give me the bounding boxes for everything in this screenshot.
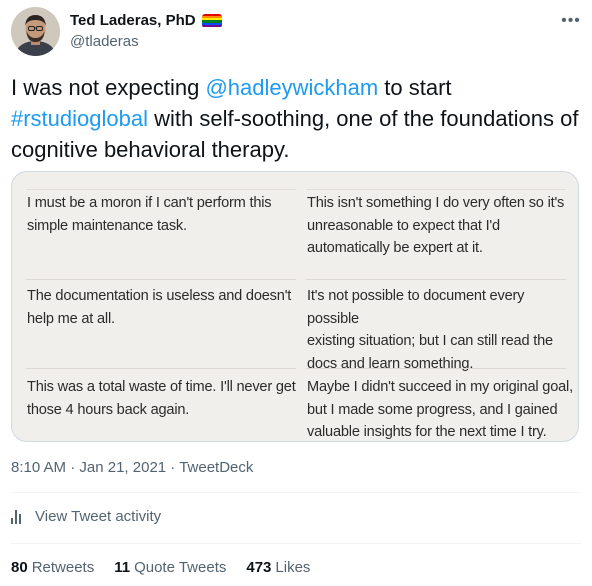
hashtag-link[interactable]: #rstudioglobal <box>11 106 148 131</box>
divider <box>11 543 581 544</box>
mention-link[interactable]: @hadleywickham <box>205 75 378 100</box>
media-divider <box>26 368 296 369</box>
retweets-stat[interactable]: 80 Retweets <box>11 559 94 576</box>
tweet-media-image[interactable]: I must be a moron if I can't perform thi… <box>11 171 579 442</box>
media-divider <box>26 189 296 190</box>
quote-tweets-count: 11 <box>114 559 131 576</box>
media-text-line: valuable insights for the next time I tr… <box>307 424 547 440</box>
media-text-line: existing situation; but I can still read… <box>307 333 553 349</box>
media-divider <box>306 189 566 190</box>
view-tweet-activity-link[interactable]: View Tweet activity <box>11 508 161 525</box>
media-divider <box>306 368 566 369</box>
author-name-row[interactable]: Ted Laderas, PhD <box>70 12 222 29</box>
media-text-block: This isn't something I do very often so … <box>307 192 564 260</box>
tweet-text-segment: I was not expecting <box>11 75 206 100</box>
media-text-block: The documentation is useless and doesn't… <box>27 285 291 330</box>
tweet: Ted Laderas, PhD @tladeras ••• I was not… <box>0 0 592 586</box>
media-text-line: This isn't something I do very often so … <box>307 195 565 211</box>
quote-tweets-label: Quote Tweets <box>134 559 227 576</box>
divider <box>11 492 581 493</box>
quote-tweets-stat[interactable]: 11 Quote Tweets <box>114 559 226 576</box>
likes-label: Likes <box>275 559 311 576</box>
meta-separator: · <box>166 459 180 476</box>
media-text-line: help me at all. <box>27 310 115 327</box>
tweet-time[interactable]: 8:10 AM <box>11 459 66 476</box>
media-divider <box>306 279 566 280</box>
author-handle[interactable]: @tladeras <box>70 33 139 50</box>
retweets-label: Retweets <box>31 559 95 576</box>
media-text-line: unreasonable to expect that I'd <box>307 217 500 234</box>
rainbow-flag-icon <box>201 13 222 28</box>
media-text-block: This was a total waste of time. I'll nev… <box>27 376 296 421</box>
media-text-line: Maybe I didn't succeed in my original go… <box>307 379 573 395</box>
tweet-stats: 80 Retweets 11 Quote Tweets 473 Likes <box>11 559 310 576</box>
tweet-date[interactable]: Jan 21, 2021 <box>79 459 166 476</box>
media-text-line: simple maintenance task. <box>27 217 187 234</box>
media-text-line: automatically be expert at it. <box>307 240 483 256</box>
author-display-name[interactable]: Ted Laderas, PhD <box>70 12 196 29</box>
tweet-text: I was not expecting @hadleywickham to st… <box>11 72 581 165</box>
more-options-icon[interactable]: ••• <box>560 10 582 32</box>
tweet-source[interactable]: TweetDeck <box>179 459 253 476</box>
media-divider <box>26 279 296 280</box>
media-text-line: those 4 hours back again. <box>27 401 190 418</box>
meta-separator: · <box>66 459 80 476</box>
media-text-block: It's not possible to document every poss… <box>307 285 578 375</box>
view-tweet-activity-label: View Tweet activity <box>35 508 162 525</box>
media-text-line: docs and learn something. <box>307 355 474 372</box>
media-text-block: Maybe I didn't succeed in my original go… <box>307 376 573 441</box>
media-text-line: The documentation is useless and doesn't <box>27 288 292 304</box>
tweet-text-segment: to start <box>378 75 452 100</box>
avatar[interactable] <box>11 7 60 56</box>
media-text-block: I must be a moron if I can't perform thi… <box>27 192 272 237</box>
media-text-line: It's not possible to document every poss… <box>307 288 525 327</box>
retweets-count: 80 <box>11 559 28 576</box>
analytics-icon <box>11 509 27 524</box>
likes-count: 473 <box>246 559 272 576</box>
media-text-line: but I made some progress, and I gained <box>307 401 558 418</box>
likes-stat[interactable]: 473 Likes <box>246 559 310 576</box>
media-text-line: This was a total waste of time. I'll nev… <box>27 379 296 395</box>
media-text-line: I must be a moron if I can't perform thi… <box>27 195 272 211</box>
tweet-timestamp: 8:10 AM · Jan 21, 2021 · TweetDeck <box>11 459 253 476</box>
